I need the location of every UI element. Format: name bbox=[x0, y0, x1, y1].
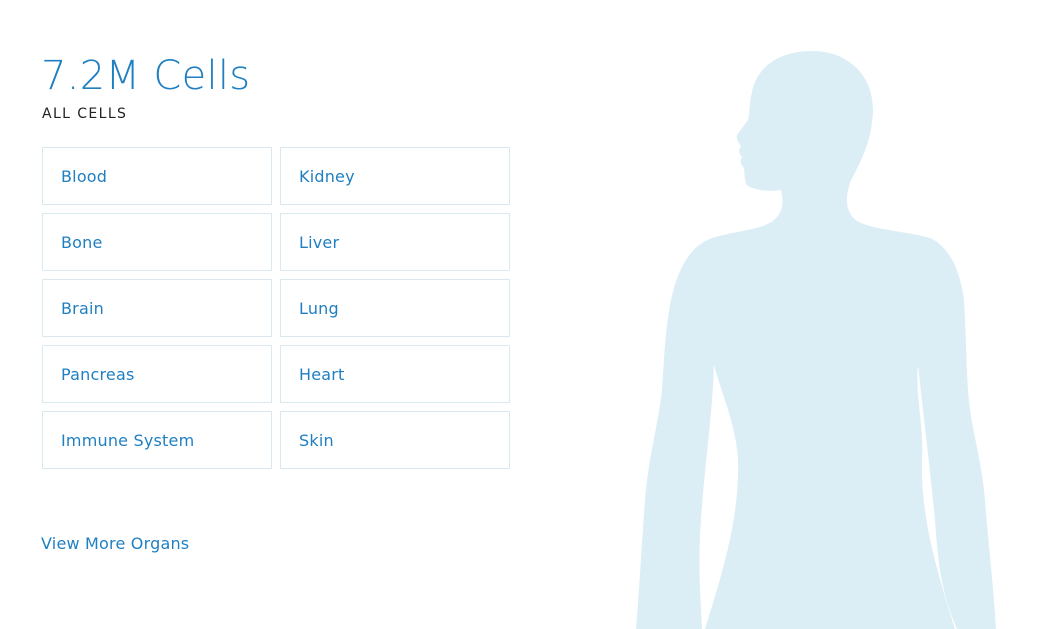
organ-label: Skin bbox=[299, 430, 334, 450]
organ-grid: Blood Kidney Bone Liver Brain Lung Pancr… bbox=[42, 147, 510, 469]
organ-card-pancreas[interactable]: Pancreas bbox=[42, 345, 272, 403]
human-body-silhouette bbox=[636, 51, 996, 629]
organ-card-heart[interactable]: Heart bbox=[280, 345, 510, 403]
organ-label: Immune System bbox=[61, 430, 195, 450]
view-more-organs-link[interactable]: View More Organs bbox=[41, 534, 189, 553]
organ-label: Kidney bbox=[299, 166, 355, 186]
cell-scope-label: ALL CELLS bbox=[42, 106, 128, 122]
organ-card-brain[interactable]: Brain bbox=[42, 279, 272, 337]
organ-explorer: 7.2M Cells ALL CELLS Blood Kidney Bone L… bbox=[0, 0, 1046, 629]
organ-label: Blood bbox=[61, 166, 108, 186]
organ-card-bone[interactable]: Bone bbox=[42, 213, 272, 271]
body-shape bbox=[636, 51, 996, 629]
organ-card-immune-system[interactable]: Immune System bbox=[42, 411, 272, 469]
organ-label: Lung bbox=[299, 298, 339, 318]
organ-card-kidney[interactable]: Kidney bbox=[280, 147, 510, 205]
organ-label: Heart bbox=[299, 364, 345, 384]
cell-count-title: 7.2M Cells bbox=[41, 53, 251, 99]
organ-card-skin[interactable]: Skin bbox=[280, 411, 510, 469]
organ-card-blood[interactable]: Blood bbox=[42, 147, 272, 205]
organ-label: Liver bbox=[299, 232, 340, 252]
organ-label: Brain bbox=[61, 298, 104, 318]
organ-card-liver[interactable]: Liver bbox=[280, 213, 510, 271]
organ-label: Bone bbox=[61, 232, 103, 252]
organ-card-lung[interactable]: Lung bbox=[280, 279, 510, 337]
organ-label: Pancreas bbox=[61, 364, 135, 384]
